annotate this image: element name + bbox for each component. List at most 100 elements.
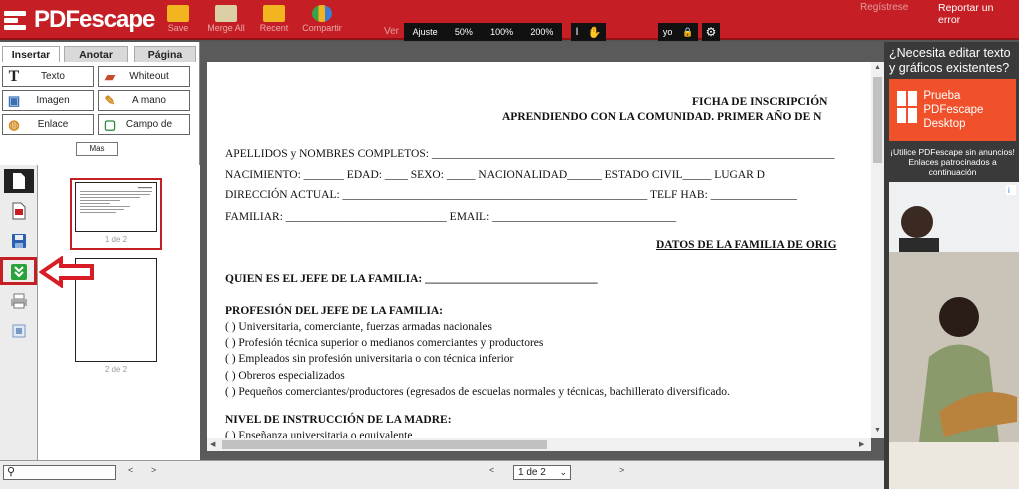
doc-line-familiar: FAMILIAR: ____________________________ E… [225,211,677,223]
merge-all-label: Merge All [207,23,245,33]
form-field-tool-button[interactable]: ▢ Campo de [98,114,190,135]
more-tools-button[interactable]: Mas [76,142,118,156]
search-input[interactable]: ⚲ [3,465,116,480]
zoom-50-button[interactable]: 50% [455,27,473,37]
report-error-link[interactable]: Reportar un error [938,2,1018,26]
text-tool-label: Texto [41,71,65,82]
tab-pagina[interactable]: Página [134,46,196,62]
image-tool-button[interactable]: ▣ Imagen [2,90,94,111]
zoom-200-button[interactable]: 200% [530,27,553,37]
pdfescape-logo-icon [4,8,28,32]
horizontal-scroll-thumb[interactable] [222,440,547,449]
page-thumbnails-icon[interactable] [4,169,34,193]
fit-page-icon[interactable] [4,319,34,343]
gear-icon[interactable]: ⚙ [702,23,720,41]
whiteout-tool-icon: ▰ [105,68,115,84]
save-disk-icon[interactable] [4,229,34,253]
link-tool-label: Enlace [37,119,69,130]
doc-profesion-option: ( ) Pequeños comerciantes/productores (e… [225,386,730,398]
lock-control[interactable]: yo 🔒 [658,23,698,41]
next-page-icon[interactable]: > [619,465,624,475]
doc-line-direccion: DIRECCIÓN ACTUAL: ______________________… [225,189,797,201]
image-tool-icon: ▣ [7,92,21,108]
scroll-up-icon[interactable]: ▲ [874,64,881,71]
desktop-promo-label: Prueba PDFescape Desktop [923,90,984,130]
pencil-tool-icon: ✎ [104,92,116,108]
prev-result-icon[interactable]: < [128,465,133,475]
scroll-right-icon[interactable]: ▶ [859,440,864,448]
sponsored-ad-image[interactable]: i [889,182,1019,489]
form-field-tool-label: Campo de [125,119,173,130]
doc-profesion-option: ( ) Empleados sin profesión universitari… [225,353,514,365]
doc-title: FICHA DE INSCRIPCIÓN [692,96,828,108]
document-viewer: FICHA DE INSCRIPCIÓN APRENDIENDO CON LA … [200,42,884,460]
vertical-scrollbar[interactable]: ▲ ▼ [871,62,884,438]
save-label: Save [167,23,189,33]
doc-profesion-option: ( ) Obreros especializados [225,370,345,382]
page-select-value: 1 de 2 [518,467,546,478]
recent-button[interactable]: Recent [254,5,294,33]
register-link[interactable]: Regístrese [860,2,908,13]
zoom-fit-button[interactable]: Ajuste [413,27,438,37]
scroll-down-icon[interactable]: ▼ [874,427,881,434]
ad-free-notice[interactable]: ¡Utilice PDFescape sin anuncios! Enlaces… [886,147,1019,177]
lock-label: yo [662,27,673,37]
freehand-tool-label: A mano [132,95,166,106]
link-tool-button[interactable]: ◍ Enlace [2,114,94,135]
whiteout-tool-button[interactable]: ▰ Whiteout [98,66,190,87]
side-icon-bar [0,165,38,460]
view-label: Ver [384,26,400,37]
zoom-100-button[interactable]: 100% [490,27,513,37]
page-select[interactable]: 1 de 2 ⌄ [513,465,571,480]
pdf-document-icon[interactable] [4,199,34,223]
thumbnail-label-1: 1 de 2 [104,235,128,244]
horizontal-scrollbar[interactable]: ◀ ▶ [207,438,871,451]
freehand-tool-button[interactable]: ✎ A mano [98,90,190,111]
zoom-controls: Ajuste 50% 100% 200% [404,23,562,41]
text-tool-button[interactable]: T Texto [2,66,94,87]
download-icon[interactable] [4,260,34,284]
doc-subtitle: APRENDIENDO CON LA COMUNIDAD. PRIMER AÑO… [502,111,822,123]
tool-tabs: Insertar Anotar Página [0,46,200,62]
doc-line-apellidos: APELLIDOS y NOMBRES COMPLETOS: _________… [225,148,835,160]
next-result-icon[interactable]: > [151,465,156,475]
whiteout-tool-label: Whiteout [129,71,169,82]
image-tool-label: Imagen [36,95,70,106]
print-icon[interactable] [4,289,34,313]
windows-logo-icon [897,91,918,123]
page-thumbnail-1[interactable] [75,182,157,232]
prev-page-icon[interactable]: < [489,465,494,475]
hand-cursor-icon[interactable]: ✋ [588,26,602,39]
top-toolbar: PDFescape Save Merge All Recent Comparti… [0,0,1019,41]
folder-merge-icon [215,5,237,22]
doc-instruccion-option: ( ) Enseñanza universitaria o equivalent… [225,430,413,438]
logo[interactable]: PDFescape [4,5,155,35]
text-tool-icon: T [8,67,20,85]
merge-all-button[interactable]: Merge All [206,5,246,33]
doc-profesion-heading: PROFESIÓN DEL JEFE DE LA FAMILIA: [225,305,443,317]
left-panel: Insertar Anotar Página T Texto ▰ Whiteou… [0,42,200,460]
logo-text: PDFescape [34,6,155,33]
tab-anotar[interactable]: Anotar [64,46,128,62]
folder-save-icon [167,5,189,22]
save-button[interactable]: Save [158,5,198,33]
people-share-icon [312,5,332,22]
red-arrow-icon [39,256,94,288]
pdf-page[interactable]: FICHA DE INSCRIPCIÓN APRENDIENDO CON LA … [207,62,873,438]
vertical-scroll-thumb[interactable] [873,77,882,163]
text-cursor-icon[interactable]: I [576,26,579,38]
scroll-left-icon[interactable]: ◀ [210,440,215,448]
tab-insertar[interactable]: Insertar [2,46,60,62]
ad-question: ¿Necesita editar texto y gráficos existe… [889,46,1011,75]
doc-profesion-option: ( ) Profesión técnica superior o mediano… [225,337,544,349]
lock-icon: 🔒 [681,26,694,37]
folder-recent-icon [263,5,285,22]
desktop-promo-button[interactable]: Prueba PDFescape Desktop [889,79,1016,141]
share-button[interactable]: Compartir [302,5,342,33]
doc-instruccion-heading: NIVEL DE INSTRUCCIÓN DE LA MADRE: [225,414,452,426]
link-tool-icon: ◍ [8,116,20,132]
cursor-tools: I ✋ [571,23,606,41]
doc-line-nacimiento: NACIMIENTO: _______ EDAD: ____ SEXO: ___… [225,169,765,181]
doc-profesion-option: ( ) Universitaria, comerciante, fuerzas … [225,321,492,333]
bottom-bar: ⚲ < > < 1 de 2 ⌄ > [0,460,884,489]
